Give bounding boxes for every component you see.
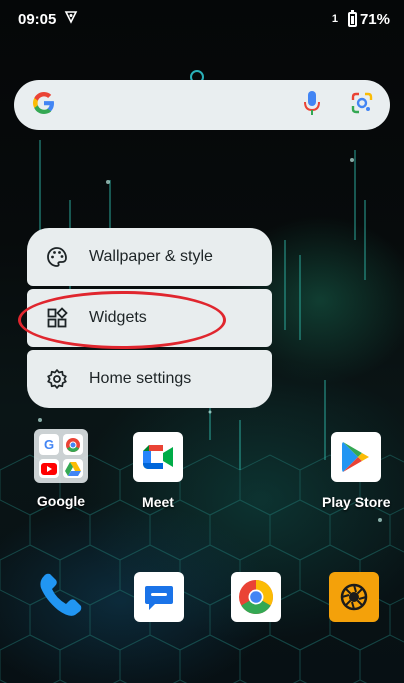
drive-mini-icon	[63, 459, 83, 478]
menu-label-wallpaper-style: Wallpaper & style	[89, 248, 213, 265]
menu-item-home-settings[interactable]: Home settings	[27, 350, 272, 408]
search-actions	[304, 90, 374, 121]
status-time: 09:05	[18, 10, 57, 28]
battery-percent: 71%	[359, 10, 390, 28]
phone-icon	[36, 570, 86, 625]
chrome-mini-icon	[63, 434, 83, 455]
app-google-folder[interactable]: G Google	[34, 429, 88, 509]
battery-icon	[347, 9, 357, 27]
annotation-highlight	[18, 291, 226, 349]
sim-indicator: 1	[331, 13, 338, 25]
play-store-icon	[331, 432, 382, 482]
status-right: 1 71%	[331, 9, 390, 28]
meet-icon	[133, 432, 183, 482]
google-g-icon	[30, 89, 58, 122]
search-bar[interactable]	[14, 80, 390, 130]
app-label-meet: Meet	[142, 494, 174, 510]
app-meet[interactable]: Meet	[133, 432, 183, 510]
camera-shutter-icon	[329, 572, 379, 622]
status-left: 09:05	[18, 10, 78, 28]
messages-icon	[134, 572, 184, 622]
youtube-mini-icon	[39, 459, 59, 478]
app-play-store[interactable]: Play Store	[322, 432, 390, 510]
chrome-icon	[231, 572, 281, 622]
dock-phone[interactable]	[36, 570, 86, 625]
folder-icon: G	[34, 429, 88, 483]
dock-camera[interactable]	[329, 572, 379, 622]
app-label-google: Google	[36, 493, 86, 509]
dock-messages[interactable]	[134, 572, 184, 622]
microphone-icon[interactable]	[304, 90, 320, 121]
app-label-play-store: Play Store	[322, 494, 391, 510]
menu-label-home-settings: Home settings	[89, 370, 192, 387]
palette-icon	[45, 245, 69, 269]
google-mini-icon: G	[39, 434, 59, 455]
dock-chrome[interactable]	[231, 572, 281, 622]
google-lens-icon[interactable]	[350, 91, 374, 120]
vpn-key-icon	[64, 10, 78, 28]
gear-icon	[45, 367, 69, 391]
menu-item-wallpaper-style[interactable]: Wallpaper & style	[27, 228, 272, 286]
status-bar: 09:05 1 71%	[0, 0, 404, 38]
battery-indicator: 71%	[347, 9, 390, 28]
